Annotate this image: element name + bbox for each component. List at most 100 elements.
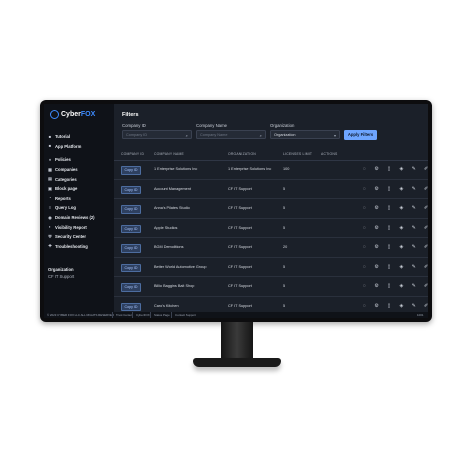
header-company-name[interactable]: COMPANY NAME <box>154 152 184 156</box>
device-icon[interactable]: ▯ <box>383 225 395 231</box>
sidebar-item[interactable]: ▤ Categories <box>48 174 112 184</box>
sidebar-item[interactable]: ⛨ Security Center <box>48 232 112 242</box>
organization-block[interactable]: Organization CF IT Support <box>48 267 74 279</box>
sidebar-item[interactable]: ♦ Policies <box>48 155 112 165</box>
company-id-label: Company ID <box>122 123 146 128</box>
shield-icon[interactable]: ◈ <box>395 166 407 172</box>
device-icon[interactable]: ▯ <box>383 205 395 211</box>
company-name-cell: Apple Studios <box>154 225 178 230</box>
organization-cell: CF IT Support <box>228 186 252 191</box>
edit-icon[interactable]: ✎ <box>408 225 420 231</box>
sidebar-item[interactable]: ◉ Domain Reviews (2) <box>48 213 112 223</box>
pencil-icon[interactable]: ✐ <box>420 186 428 192</box>
edit-icon[interactable]: ✎ <box>408 283 420 289</box>
settings-icon[interactable]: ⚙ <box>370 186 382 192</box>
row-actions: ◌⚙▯◈✎✐🗑 <box>358 303 428 309</box>
apply-filters-button[interactable]: Apply Filters <box>344 130 377 140</box>
row-actions: ◌⚙▯◈✎✐🗑 <box>358 283 428 289</box>
brand-logo[interactable]: Cyber FOX <box>50 110 95 119</box>
sidebar-item-label: Domain Reviews (2) <box>55 215 95 221</box>
pencil-icon[interactable]: ✐ <box>420 244 428 250</box>
sidebar-item[interactable]: ≡ Query Log <box>48 203 112 213</box>
edit-icon[interactable]: ✎ <box>408 303 420 309</box>
chevron-down-icon: ▾ <box>333 133 336 138</box>
device-icon[interactable]: ▯ <box>383 283 395 289</box>
notification-icon[interactable]: ◌ <box>358 283 370 289</box>
edit-icon[interactable]: ✎ <box>408 166 420 172</box>
footer-link-cyberfox[interactable]: CyberFOX <box>136 313 150 317</box>
sidebar-item-label: Categories <box>55 176 77 182</box>
company-name-input[interactable]: Company Name ⌕ <box>196 130 266 139</box>
notification-icon[interactable]: ◌ <box>358 244 370 250</box>
table-row: Copy ID Apple Studios CF IT Support 5 ◌ ⚙ ▯ ◈ ✎ ✐… <box>114 219 428 238</box>
copy-id-button[interactable]: Copy ID <box>121 244 141 253</box>
settings-icon[interactable]: ⚙ <box>370 205 382 211</box>
notification-icon[interactable]: ◌ <box>358 186 370 192</box>
footer-link-status-page[interactable]: Status Page <box>154 313 170 317</box>
pencil-icon[interactable]: ✐ <box>420 225 428 231</box>
notification-icon[interactable]: ◌ <box>358 166 370 172</box>
notification-icon[interactable]: ◌ <box>358 205 370 211</box>
shield-icon[interactable]: ◈ <box>395 205 407 211</box>
settings-icon[interactable]: ⚙ <box>370 264 382 270</box>
settings-icon[interactable]: ⚙ <box>370 225 382 231</box>
edit-icon[interactable]: ✎ <box>408 186 420 192</box>
copy-id-button[interactable]: Copy ID <box>121 283 141 292</box>
reports-icon: ◔ <box>48 195 52 201</box>
row-actions: ◌⚙▯◈✎✐🗑 <box>358 205 428 211</box>
brand-highlight: FOX <box>80 111 96 118</box>
edit-icon[interactable]: ✎ <box>408 264 420 270</box>
copy-id-button[interactable]: Copy ID <box>121 205 141 214</box>
copy-id-button[interactable]: Copy ID <box>121 263 141 272</box>
copy-id-button[interactable]: Copy ID <box>121 224 141 233</box>
shield-icon[interactable]: ◈ <box>395 244 407 250</box>
edit-icon[interactable]: ✎ <box>408 244 420 250</box>
pencil-icon[interactable]: ✐ <box>420 283 428 289</box>
organization-select[interactable]: Organization ▾ <box>270 130 340 139</box>
copy-id-button[interactable]: Copy ID <box>121 302 141 311</box>
shield-icon[interactable]: ◈ <box>395 264 407 270</box>
edit-icon[interactable]: ✎ <box>408 205 420 211</box>
footer-link-trust-center[interactable]: Trust Center <box>116 313 132 317</box>
pencil-icon[interactable]: ✐ <box>420 205 428 211</box>
licenses-cell: 5 <box>283 284 286 288</box>
shield-icon[interactable]: ◈ <box>395 186 407 192</box>
footer-divider <box>112 312 113 318</box>
settings-icon[interactable]: ⚙ <box>370 166 382 172</box>
header-organization[interactable]: ORGANIZATION <box>228 152 256 156</box>
settings-icon[interactable]: ⚙ <box>370 283 382 289</box>
sidebar-item[interactable]: ▣ Block page <box>48 184 112 194</box>
header-licenses-limit[interactable]: LICENSES LIMIT <box>283 152 312 156</box>
copy-id-button[interactable]: Copy ID <box>121 166 141 175</box>
sidebar-item-label: Block page <box>55 186 78 192</box>
sidebar-item[interactable]: ◔ Reports <box>48 194 112 204</box>
pencil-icon[interactable]: ✐ <box>420 303 428 309</box>
device-icon[interactable]: ▯ <box>383 264 395 270</box>
company-id-input[interactable]: Company ID ⌕ <box>122 130 192 139</box>
notification-icon[interactable]: ◌ <box>358 303 370 309</box>
notification-icon[interactable]: ◌ <box>358 225 370 231</box>
header-company-id[interactable]: COMPANY ID <box>121 152 144 156</box>
shield-icon[interactable]: ◈ <box>395 225 407 231</box>
sidebar-item[interactable]: ■ Tutorial <box>48 132 112 142</box>
licenses-cell: 100 <box>283 167 290 171</box>
sidebar-item[interactable]: ◐ Visibility Report <box>48 222 112 232</box>
settings-icon[interactable]: ⚙ <box>370 244 382 250</box>
sidebar-item[interactable]: ✚ Troubleshooting <box>48 242 112 252</box>
sidebar-item-label: Troubleshooting <box>55 243 88 249</box>
footer-link-contact-support[interactable]: Contact Support <box>175 313 196 317</box>
shield-icon[interactable]: ◈ <box>395 283 407 289</box>
device-icon[interactable]: ▯ <box>383 244 395 250</box>
device-icon[interactable]: ▯ <box>383 186 395 192</box>
settings-icon[interactable]: ⚙ <box>370 303 382 309</box>
sidebar-item[interactable]: ■ App Platform <box>48 142 112 152</box>
device-icon[interactable]: ▯ <box>383 303 395 309</box>
pencil-icon[interactable]: ✐ <box>420 166 428 172</box>
pencil-icon[interactable]: ✐ <box>420 264 428 270</box>
shield-icon[interactable]: ◈ <box>395 303 407 309</box>
sidebar-item[interactable]: ▦ Companies <box>48 165 112 175</box>
device-icon[interactable]: ▯ <box>383 166 395 172</box>
copy-id-button[interactable]: Copy ID <box>121 185 141 194</box>
notification-icon[interactable]: ◌ <box>358 264 370 270</box>
company-name-label: Company Name <box>196 123 228 128</box>
